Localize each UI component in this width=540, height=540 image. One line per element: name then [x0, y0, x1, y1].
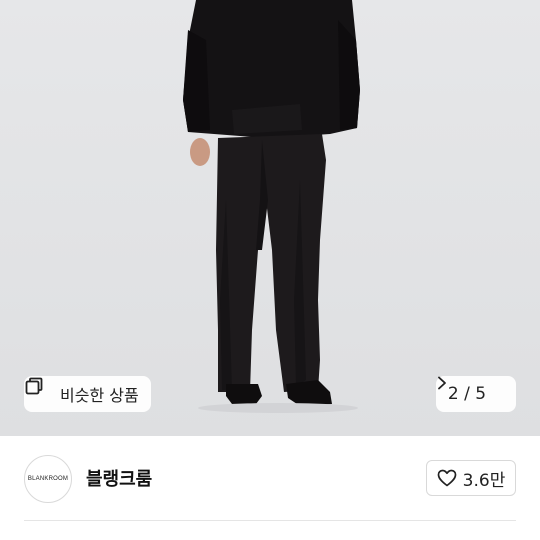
shop-name-link[interactable]: 블랭크룸 [86, 465, 152, 491]
product-image[interactable]: 비슷한 상품 2 / 5 [0, 0, 540, 436]
like-button[interactable]: 3.6만 [426, 460, 516, 496]
heart-outline-icon [437, 469, 457, 487]
similar-items-label: 비슷한 상품 [60, 386, 139, 405]
product-page: 비슷한 상품 2 / 5 BLANKROOM 블랭크룸 3.6만 [0, 0, 540, 540]
shop-avatar-logo: BLANKROOM [27, 476, 69, 482]
image-pager-button[interactable]: 2 / 5 [436, 376, 516, 412]
shop-avatar[interactable]: BLANKROOM [24, 455, 72, 503]
shop-info-row: BLANKROOM 블랭크룸 3.6만 [0, 436, 540, 520]
similar-items-icon [25, 377, 54, 404]
chevron-right-icon [438, 376, 504, 401]
divider [24, 520, 516, 521]
similar-items-button[interactable]: 비슷한 상품 [24, 376, 151, 412]
like-count: 3.6만 [462, 470, 506, 491]
product-photo [0, 0, 540, 436]
image-pager-text: 2 / 5 [447, 384, 487, 404]
